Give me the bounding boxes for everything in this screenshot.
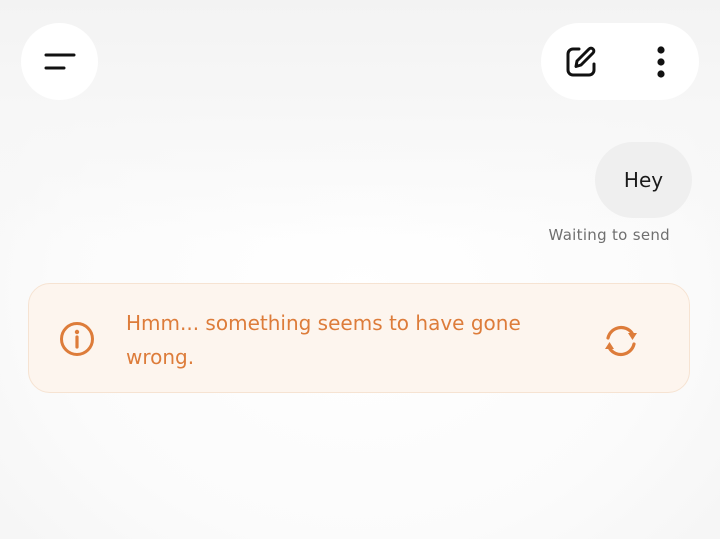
more-options-button[interactable]	[639, 40, 683, 84]
info-icon	[60, 322, 94, 356]
menu-button[interactable]	[21, 23, 98, 100]
compose-button[interactable]	[559, 40, 603, 84]
user-message-bubble[interactable]: Hey	[595, 142, 692, 218]
menu-icon	[44, 53, 75, 69]
message-status: Waiting to send	[548, 226, 670, 244]
more-vertical-icon	[657, 46, 665, 78]
header-actions	[541, 23, 699, 100]
retry-button[interactable]	[599, 319, 643, 363]
refresh-icon	[605, 326, 637, 356]
error-banner: Hmm... something seems to have gone wron…	[28, 283, 690, 393]
chat-screen: Hey Waiting to send Hmm... something see…	[0, 0, 720, 539]
compose-icon	[566, 46, 596, 77]
error-message: Hmm... something seems to have gone wron…	[126, 311, 521, 369]
message-text: Hey	[623, 168, 664, 192]
